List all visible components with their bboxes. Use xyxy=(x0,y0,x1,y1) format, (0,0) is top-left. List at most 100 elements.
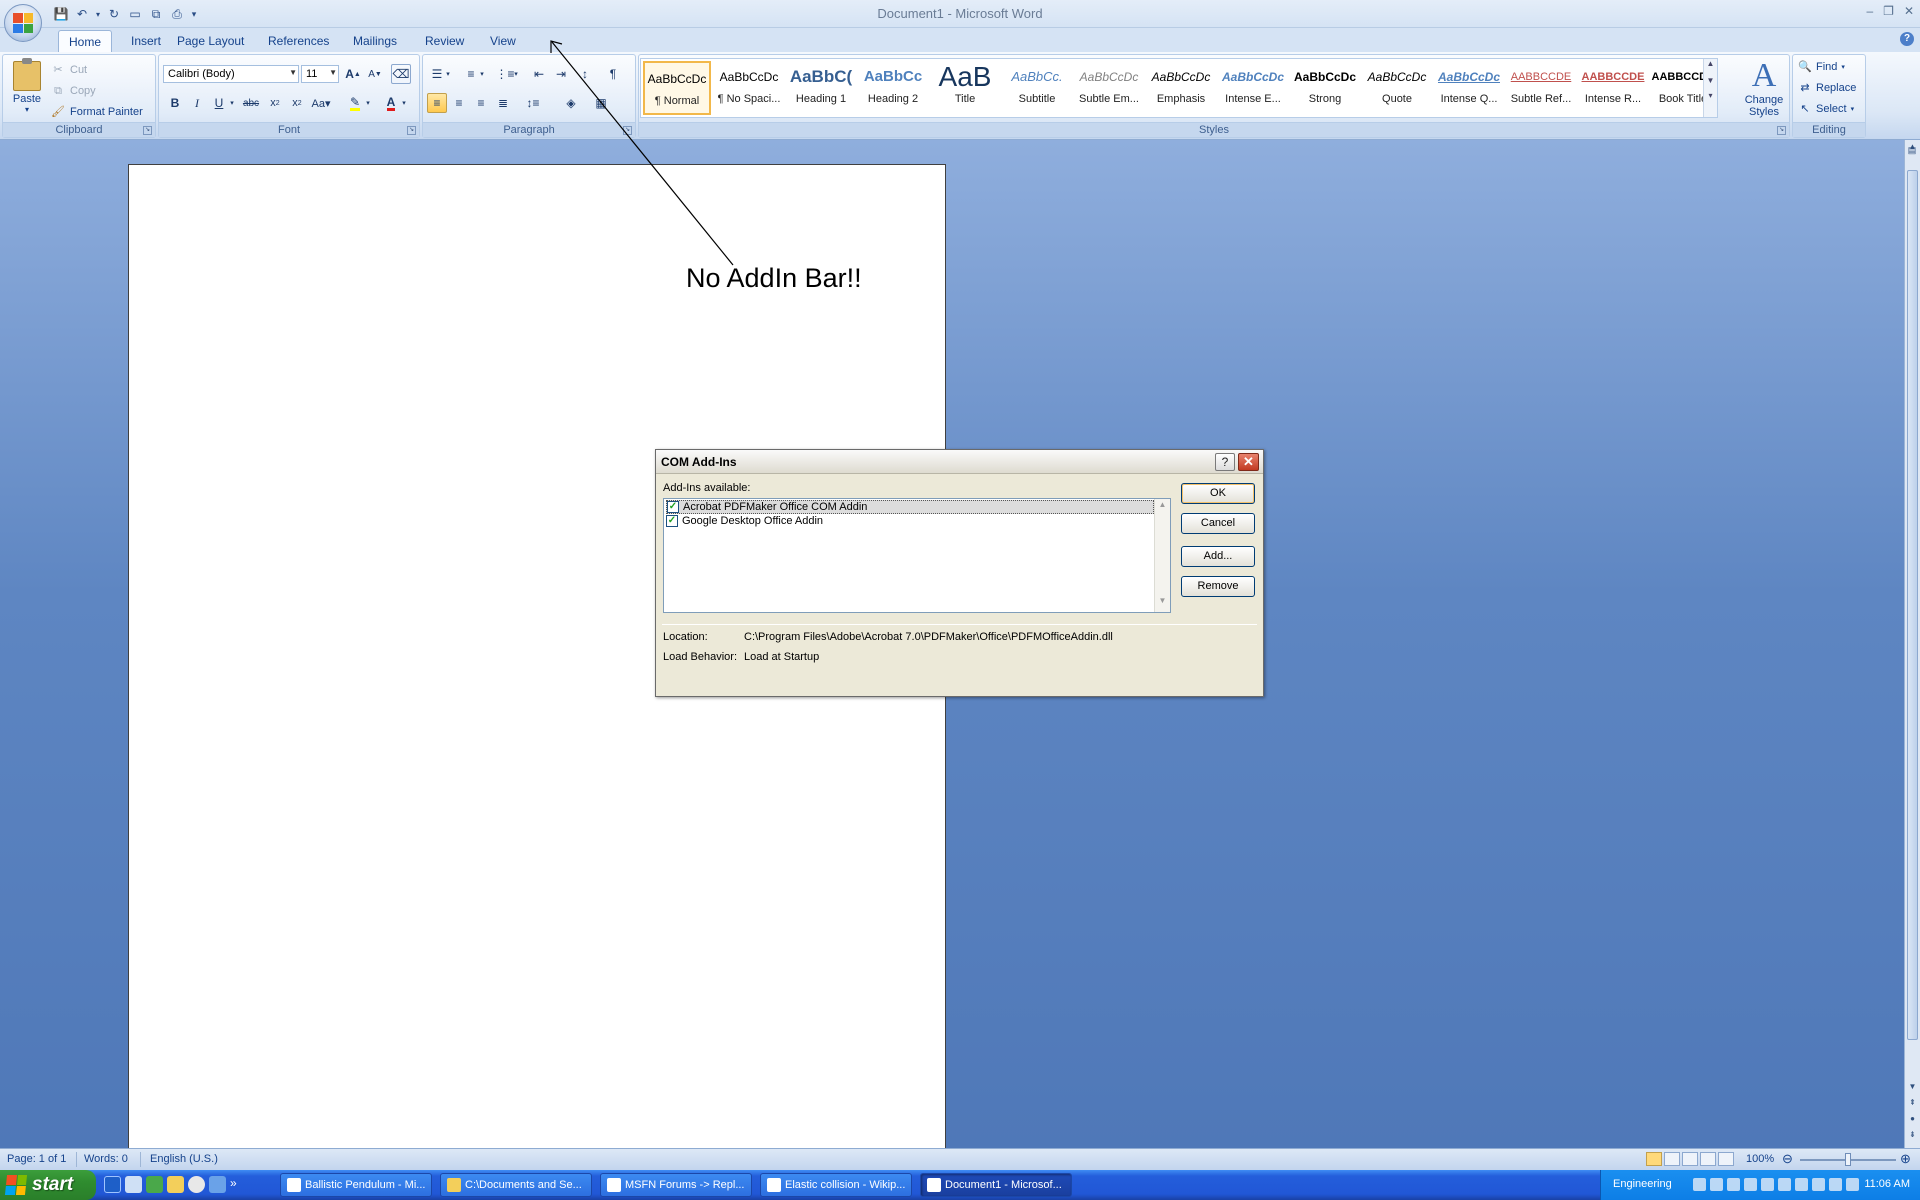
superscript-icon[interactable]: x2 xyxy=(287,93,307,113)
view-ruler-icon[interactable]: ▤ xyxy=(1905,145,1919,159)
safely-remove-icon[interactable] xyxy=(1846,1178,1859,1191)
tab-home[interactable]: Home xyxy=(58,30,113,52)
addin-item-acrobat[interactable]: ✓ Acrobat PDFMaker Office COM Addin xyxy=(666,500,1154,514)
vertical-scrollbar[interactable]: ▲ ▼ ⇞ ● ⇟ xyxy=(1904,140,1920,1148)
task-document1-word[interactable]: Document1 - Microsof... xyxy=(920,1173,1072,1197)
multilevel-dropdown-icon[interactable]: ▾ xyxy=(511,64,521,84)
increase-indent-icon[interactable]: ⇥ xyxy=(551,64,571,84)
antivirus-icon[interactable] xyxy=(1795,1178,1808,1191)
previous-page-icon[interactable]: ⇞ xyxy=(1905,1098,1920,1110)
bold-icon[interactable]: B xyxy=(165,93,185,113)
sync-icon[interactable] xyxy=(1812,1178,1825,1191)
folder-icon[interactable] xyxy=(167,1176,184,1193)
style-strong[interactable]: AaBbCcDc Strong xyxy=(1291,61,1359,115)
tab-mailings[interactable]: Mailings xyxy=(343,30,407,52)
font-launcher-icon[interactable]: ↘ xyxy=(407,126,416,135)
language-indicator[interactable]: English (U.S.) xyxy=(150,1153,218,1165)
cut-button[interactable]: ✂ Cut xyxy=(51,61,87,79)
align-left-icon[interactable]: ≡ xyxy=(427,93,447,113)
cancel-button[interactable]: Cancel xyxy=(1181,513,1255,534)
align-center-icon[interactable]: ≡ xyxy=(449,93,469,113)
tab-insert[interactable]: Insert xyxy=(121,30,171,52)
find-button[interactable]: 🔍 Find ▾ xyxy=(1798,58,1845,76)
style-subtle-reference[interactable]: AABBCCDE Subtle Ref... xyxy=(1507,61,1575,115)
highlight-icon[interactable]: ✎ xyxy=(345,93,365,113)
style-subtle-emphasis[interactable]: AaBbCcDc Subtle Em... xyxy=(1075,61,1143,115)
style-emphasis[interactable]: AaBbCcDc Emphasis xyxy=(1147,61,1215,115)
power-icon[interactable] xyxy=(1829,1178,1842,1191)
style-intense-quote[interactable]: AaBbCcDc Intense Q... xyxy=(1435,61,1503,115)
display-icon[interactable] xyxy=(1761,1178,1774,1191)
clipboard-launcher-icon[interactable]: ↘ xyxy=(143,126,152,135)
tray-expand-icon[interactable] xyxy=(1693,1178,1706,1191)
browse-object-icon[interactable]: ● xyxy=(1905,1114,1920,1126)
checkbox-checked[interactable]: ✓ xyxy=(667,501,679,513)
notepad-icon[interactable] xyxy=(125,1176,142,1193)
add-button[interactable]: Add... xyxy=(1181,546,1255,567)
style-intense-reference[interactable]: AABBCCDE Intense R... xyxy=(1579,61,1647,115)
network-icon[interactable] xyxy=(209,1176,226,1193)
network-icon[interactable] xyxy=(1710,1178,1723,1191)
select-button[interactable]: ↖ Select ▾ xyxy=(1798,100,1854,118)
internet-explorer-icon[interactable] xyxy=(104,1176,121,1193)
page-count[interactable]: Page: 1 of 1 xyxy=(7,1153,66,1165)
start-button[interactable]: start xyxy=(0,1170,96,1200)
tab-page-layout[interactable]: Page Layout xyxy=(167,30,254,52)
media-player-icon[interactable] xyxy=(188,1176,205,1193)
style-quote[interactable]: AaBbCcDc Quote xyxy=(1363,61,1431,115)
numbering-dropdown-icon[interactable]: ▾ xyxy=(477,64,487,84)
replace-button[interactable]: ⇄ Replace xyxy=(1798,79,1856,97)
remove-button[interactable]: Remove xyxy=(1181,576,1255,597)
style-no-spacing[interactable]: AaBbCcDc ¶ No Spaci... xyxy=(715,61,783,115)
task-msfn-forums[interactable]: MSFN Forums -> Repl... xyxy=(600,1173,752,1197)
task-documents-folder[interactable]: C:\Documents and Se... xyxy=(440,1173,592,1197)
draft-icon[interactable] xyxy=(1718,1152,1734,1166)
change-case-icon[interactable]: Aa▾ xyxy=(311,93,331,113)
word-count[interactable]: Words: 0 xyxy=(84,1153,128,1165)
style-heading-2[interactable]: AaBbCc Heading 2 xyxy=(859,61,927,115)
paste-button[interactable]: Paste ▾ xyxy=(9,58,45,119)
ok-button[interactable]: OK xyxy=(1181,483,1255,504)
shading-icon[interactable]: ◈ xyxy=(561,93,581,113)
strikethrough-icon[interactable]: abc xyxy=(241,93,261,113)
full-screen-reading-icon[interactable] xyxy=(1664,1152,1680,1166)
paragraph-launcher-icon[interactable]: ↘ xyxy=(623,126,632,135)
chevron-up-icon[interactable]: ▲ xyxy=(1704,59,1717,68)
chevron-down-icon[interactable]: ▼ xyxy=(1155,596,1170,610)
zoom-in-icon[interactable]: ⊕ xyxy=(1900,1151,1911,1167)
font-size-combo[interactable]: 11 ▼ xyxy=(301,65,339,83)
tab-references[interactable]: References xyxy=(258,30,339,52)
style-heading-1[interactable]: AaBbC( Heading 1 xyxy=(787,61,855,115)
change-styles-button[interactable]: A Change Styles xyxy=(1740,58,1788,119)
input-language[interactable]: Engineering xyxy=(1613,1178,1672,1190)
paste-dropdown-icon[interactable]: ▾ xyxy=(9,105,45,114)
style-intense-emphasis[interactable]: AaBbCcDc Intense E... xyxy=(1219,61,1287,115)
font-name-combo[interactable]: Calibri (Body) ▼ xyxy=(163,65,299,83)
highlight-dropdown-icon[interactable]: ▾ xyxy=(363,93,373,113)
tab-view[interactable]: View xyxy=(480,30,526,52)
styles-gallery-scroll[interactable]: ▲ ▼ ▾ xyxy=(1703,59,1717,117)
font-color-icon[interactable]: A xyxy=(381,93,401,113)
office-button[interactable] xyxy=(4,4,42,42)
style-subtitle[interactable]: AaBbCc. Subtitle xyxy=(1003,61,1071,115)
minimize-button[interactable]: – xyxy=(1866,4,1873,18)
speaker-icon[interactable] xyxy=(1727,1178,1740,1191)
zoom-out-icon[interactable]: ⊖ xyxy=(1782,1151,1793,1167)
font-color-dropdown-icon[interactable]: ▾ xyxy=(399,93,409,113)
borders-icon[interactable]: ▦ xyxy=(591,93,611,113)
print-layout-icon[interactable] xyxy=(1646,1152,1662,1166)
underline-dropdown-icon[interactable]: ▾ xyxy=(227,93,237,113)
line-spacing-icon[interactable]: ↕≡ xyxy=(523,93,543,113)
task-ballistic-pendulum[interactable]: Ballistic Pendulum - Mi... xyxy=(280,1173,432,1197)
security-icon[interactable] xyxy=(1744,1178,1757,1191)
web-layout-icon[interactable] xyxy=(1682,1152,1698,1166)
bullets-dropdown-icon[interactable]: ▾ xyxy=(443,64,453,84)
justify-icon[interactable]: ≣ xyxy=(493,93,513,113)
clear-formatting-icon[interactable]: ⌫ xyxy=(391,64,411,84)
style-title[interactable]: AaB Title xyxy=(931,61,999,115)
scroll-down-icon[interactable]: ▼ xyxy=(1905,1082,1920,1094)
list-scrollbar[interactable]: ▲ ▼ xyxy=(1154,499,1170,612)
style-normal[interactable]: AaBbCcDc ¶ Normal xyxy=(643,61,711,115)
grow-font-icon[interactable]: A ▲ xyxy=(343,64,363,84)
task-elastic-collision[interactable]: Elastic collision - Wikip... xyxy=(760,1173,912,1197)
